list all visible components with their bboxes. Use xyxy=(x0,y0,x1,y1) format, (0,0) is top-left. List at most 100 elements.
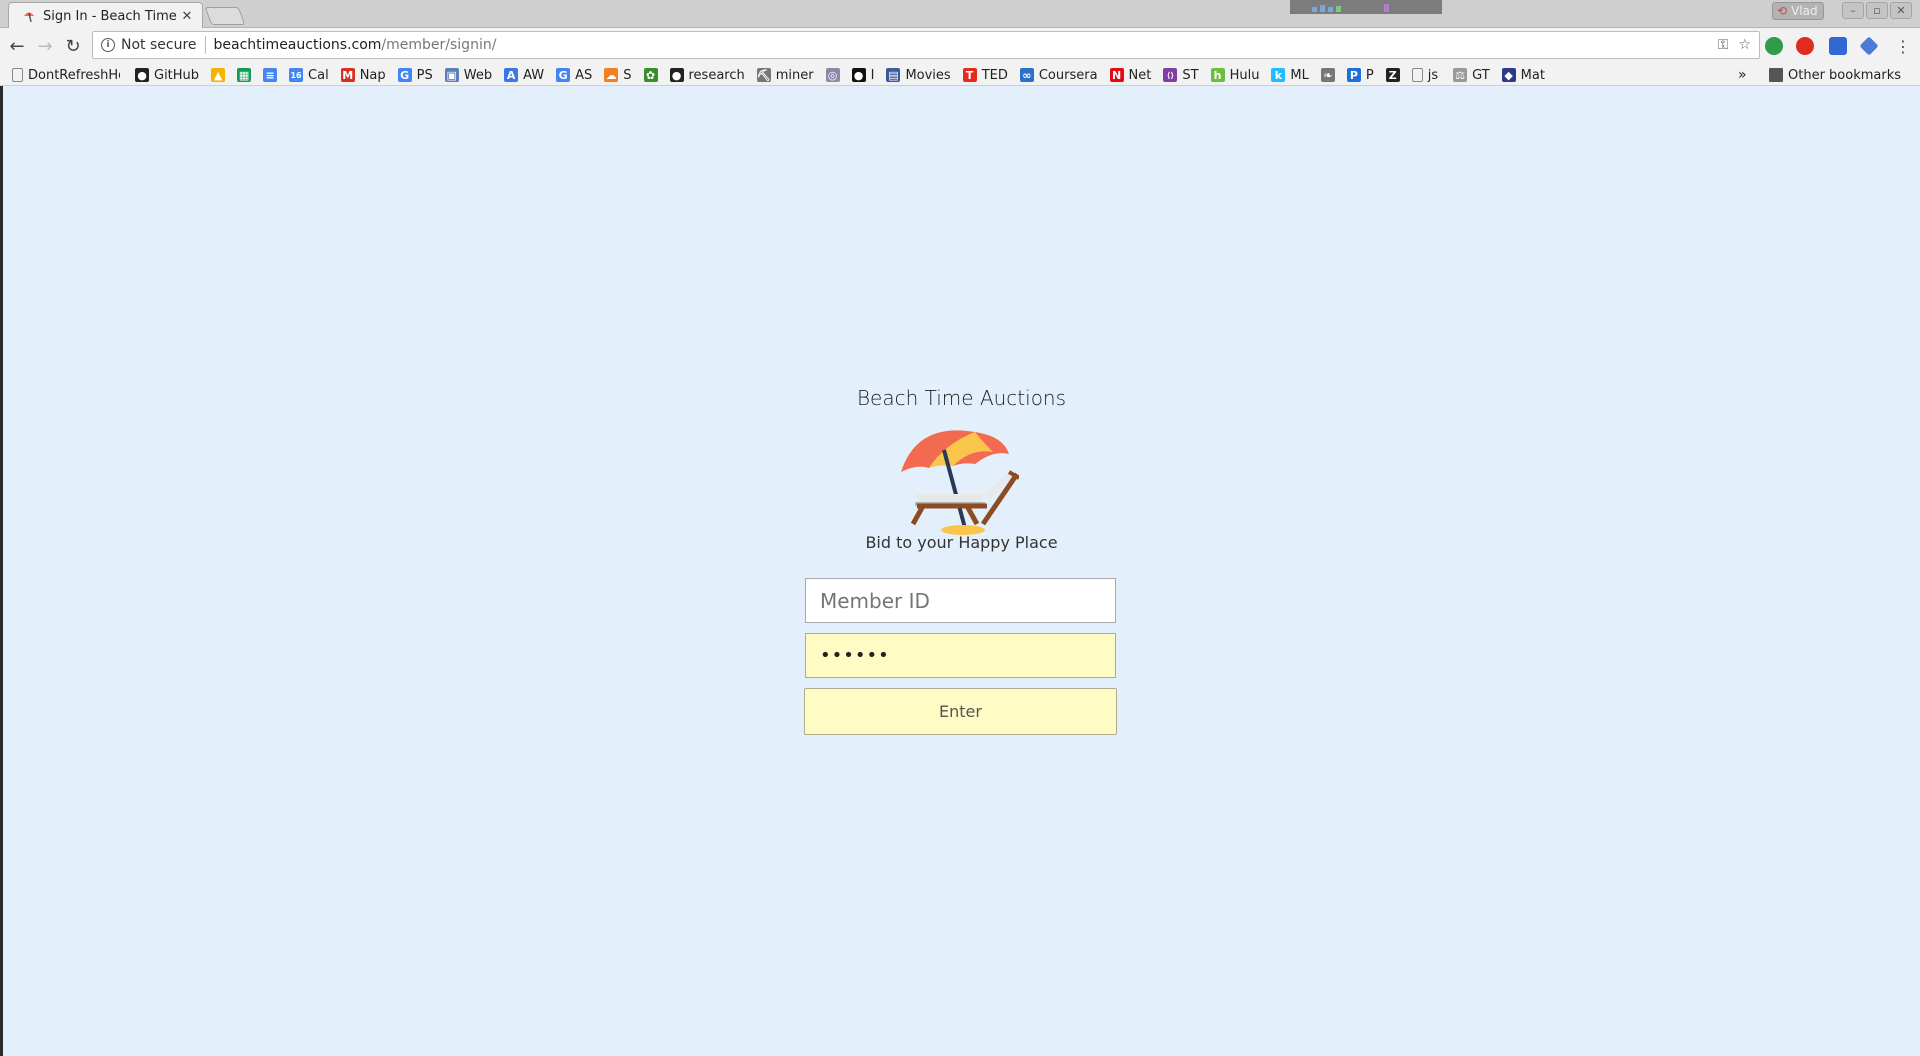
page-icon xyxy=(12,68,23,82)
bookmark-item[interactable]: ▦ xyxy=(237,66,252,84)
bookmark-item[interactable]: h Hulu xyxy=(1210,66,1259,84)
bookmark-label: Mat xyxy=(1520,67,1545,83)
address-bar[interactable]: i Not secure beachtimeauctions.com /memb… xyxy=(92,31,1760,59)
bookmark-item[interactable]: ● I xyxy=(851,66,874,84)
bookmark-item[interactable]: ▤ Movies xyxy=(886,66,951,84)
bookmark-label: GT xyxy=(1472,67,1490,83)
bookmark-item[interactable]: G PS xyxy=(397,66,433,84)
bookmark-item[interactable]: G AS xyxy=(556,66,592,84)
kaggle-icon: k xyxy=(1271,68,1286,82)
google-sheets-icon: ▦ xyxy=(237,68,252,82)
info-icon[interactable]: i xyxy=(101,38,115,52)
coursera-icon: ∞ xyxy=(1019,68,1034,82)
browser-tab-active[interactable]: Sign In - Beach Time Auctions ✕ xyxy=(8,2,203,29)
bookmark-star-icon[interactable]: ☆ xyxy=(1738,37,1751,53)
google-calendar-icon: 16 xyxy=(289,68,304,82)
bookmark-label: research xyxy=(688,67,745,83)
leaf-icon: ❧ xyxy=(1320,68,1335,82)
hulu-icon: h xyxy=(1210,68,1225,82)
reload-icon[interactable]: ↻ xyxy=(62,35,84,57)
page-icon xyxy=(1411,68,1423,82)
pick-icon: ⛏ xyxy=(756,68,771,82)
bookmark-item[interactable]: A AW xyxy=(504,66,544,84)
url-path: /member/signin/ xyxy=(381,37,497,53)
bookmark-item[interactable]: N Net xyxy=(1109,66,1152,84)
beach-favicon-icon xyxy=(21,8,37,24)
bookmarks-bar: » Other bookmarks DontRefreshHold ● GitHub… xyxy=(0,64,1920,86)
bookmark-item[interactable]: 16 Cal xyxy=(289,66,329,84)
bookmark-label: Nap xyxy=(359,67,386,83)
bookmark-item[interactable]: ⟨⟩ ST xyxy=(1163,66,1199,84)
extension-cap-icon[interactable] xyxy=(1859,36,1879,56)
bookmark-item[interactable]: M Nap xyxy=(340,66,386,84)
tab-strip: Sign In - Beach Time Auctions ✕ ⟲ Vlad –… xyxy=(0,0,1920,29)
bookmark-item[interactable]: ✿ xyxy=(643,66,658,84)
bookmark-item[interactable]: ● GitHub xyxy=(135,66,199,84)
bookmark-item[interactable]: ▲ xyxy=(211,66,226,84)
bookmark-item[interactable]: DontRefreshHold xyxy=(12,66,120,84)
scale-icon: ⚖ xyxy=(1453,68,1468,82)
bookmark-item[interactable]: ☁ S xyxy=(604,66,632,84)
bookmark-item[interactable]: ⚖ GT xyxy=(1453,66,1490,84)
bookmark-item[interactable]: k ML xyxy=(1271,66,1309,84)
bookmark-label: Movies xyxy=(905,67,951,83)
close-window-button[interactable]: ✕ xyxy=(1890,2,1912,19)
folder-icon xyxy=(1769,68,1783,82)
bookmark-item[interactable]: ≡ xyxy=(263,66,278,84)
browser-toolbar: ← → ↻ i Not secure beachtimeauctions.com… xyxy=(0,28,1920,64)
google-drive-icon: ▲ xyxy=(211,68,226,82)
other-bookmarks-folder[interactable]: Other bookmarks xyxy=(1769,66,1901,84)
opera-icon[interactable] xyxy=(1796,37,1814,55)
bookmark-label: Cal xyxy=(308,67,329,83)
bookmark-item[interactable]: ◆ Mat xyxy=(1501,66,1545,84)
bookmark-label: P xyxy=(1365,67,1374,83)
profile-button[interactable]: ⟲ Vlad xyxy=(1772,2,1824,20)
tab-close-icon[interactable]: ✕ xyxy=(180,9,194,24)
bookmark-label: Net xyxy=(1128,67,1152,83)
enter-button[interactable]: Enter xyxy=(804,688,1117,735)
code-icon: ⟨⟩ xyxy=(1163,68,1178,82)
page-content: Beach Time Auctions Bid to your Happy Pl… xyxy=(3,86,1920,1056)
bookmark-item[interactable]: PP xyxy=(1346,66,1374,84)
web-icon: ▣ xyxy=(444,68,459,82)
site-title: Beach Time Auctions xyxy=(856,386,1067,410)
bookmark-item[interactable]: ⛏ miner xyxy=(756,66,814,84)
ted-icon: T xyxy=(962,68,977,82)
member-id-input[interactable] xyxy=(805,578,1116,623)
bookmark-item[interactable]: ▣ Web xyxy=(444,66,492,84)
extension-green-icon[interactable] xyxy=(1765,37,1783,55)
bookmark-item[interactable]: ● research xyxy=(669,66,745,84)
bookmark-item[interactable]: T TED xyxy=(962,66,1008,84)
beach-umbrella-chair-logo xyxy=(901,430,1019,535)
bookmark-label: GitHub xyxy=(154,67,200,83)
bookmark-item[interactable]: ◎ xyxy=(825,66,840,84)
bookmark-label: PS xyxy=(416,67,433,83)
bookmark-item[interactable]: ∞ Coursera xyxy=(1019,66,1098,84)
security-label[interactable]: Not secure xyxy=(121,37,197,53)
bookmark-item[interactable]: Z xyxy=(1385,66,1400,84)
bookmark-item[interactable]: ❧ xyxy=(1320,66,1335,84)
omnibox-divider xyxy=(204,36,206,54)
gear-flower-icon: ✿ xyxy=(643,68,658,82)
adwords-icon: A xyxy=(504,68,519,82)
system-monitor-widget xyxy=(1290,0,1442,14)
forward-arrow-icon[interactable]: → xyxy=(34,35,56,57)
extension-blue-icon[interactable] xyxy=(1829,37,1847,55)
new-tab-button[interactable] xyxy=(204,7,246,25)
maximize-button[interactable]: ▫ xyxy=(1866,2,1888,19)
bookmarks-overflow-button[interactable]: » xyxy=(1738,66,1747,84)
bookmark-label: miner xyxy=(775,67,814,83)
minimize-button[interactable]: – xyxy=(1842,2,1864,19)
bookmark-item[interactable]: js xyxy=(1411,66,1438,84)
google-icon: G xyxy=(556,68,571,82)
bookmark-label: AW xyxy=(523,67,545,83)
key-icon[interactable]: ⚿ xyxy=(1718,37,1729,53)
bookmark-label: ST xyxy=(1182,67,1199,83)
bookmark-label: TED xyxy=(981,67,1008,83)
back-arrow-icon[interactable]: ← xyxy=(6,35,28,57)
bookmark-label: AS xyxy=(575,67,593,83)
menu-kebab-icon[interactable]: ⋮ xyxy=(1892,35,1914,57)
globe-icon: ◎ xyxy=(825,68,840,82)
password-input[interactable]: •••••• xyxy=(805,633,1116,678)
site-tagline: Bid to your Happy Place xyxy=(865,533,1058,552)
